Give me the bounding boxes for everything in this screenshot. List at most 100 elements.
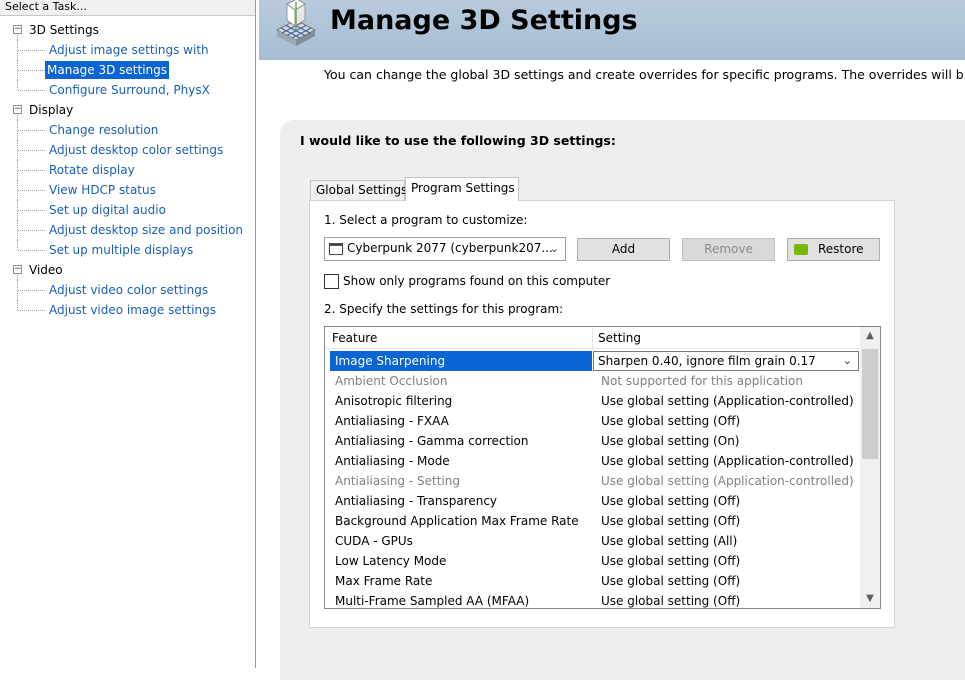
tree-item[interactable]: Adjust desktop color settings: [0, 140, 255, 160]
table-row[interactable]: Ambient Occlusion Not supported for this …: [325, 371, 860, 391]
feature-cell: Antialiasing - Setting: [335, 474, 460, 488]
nvidia-logo-icon: [794, 244, 808, 255]
tree-category[interactable]: − Display: [0, 100, 255, 120]
tree-item[interactable]: Adjust video color settings: [0, 280, 255, 300]
setting-value: Use global setting (Application-controll…: [601, 454, 854, 468]
feature-cell: Max Frame Rate: [335, 574, 433, 588]
tree-item[interactable]: Change resolution: [0, 120, 255, 140]
tree-line: [17, 180, 45, 200]
tree-item[interactable]: Set up multiple displays: [0, 240, 255, 260]
tree-item-label[interactable]: Change resolution: [47, 121, 160, 139]
tree-line: [17, 60, 45, 80]
tree-category[interactable]: −3D Settings: [0, 20, 255, 40]
feature-cell: Antialiasing - Gamma correction: [335, 434, 529, 448]
chevron-down-icon[interactable]: ⌄: [843, 352, 852, 370]
table-row[interactable]: Multi-Frame Sampled AA (MFAA) Use global …: [325, 591, 860, 608]
tree-item-label[interactable]: Adjust video image settings: [47, 301, 218, 319]
page-title: Manage 3D Settings: [330, 5, 638, 36]
vertical-scrollbar[interactable]: ▲ ▼: [860, 327, 880, 608]
chevron-down-icon: ⌄: [549, 242, 559, 255]
tree-item[interactable]: Adjust video image settings: [0, 300, 255, 320]
tree-item-label[interactable]: Configure Surround, PhysX: [47, 81, 212, 99]
collapse-icon[interactable]: −: [13, 105, 22, 114]
column-header-setting[interactable]: Setting: [598, 331, 641, 345]
tree-line: [17, 140, 45, 160]
setting-value: Use global setting (Off): [601, 574, 741, 588]
setting-cell: Use global setting (All): [601, 531, 737, 551]
table-row[interactable]: Antialiasing - Setting Use global setting…: [325, 471, 860, 491]
setting-dropdown[interactable]: Sharpen 0.40, ignore film grain 0.17 ⌄: [593, 351, 859, 371]
tree-item-label[interactable]: Adjust video color settings: [47, 281, 210, 299]
tab-program-settings[interactable]: Program Settings: [405, 177, 519, 201]
tree-line: [17, 80, 45, 91]
setting-cell: Use global setting (On): [601, 431, 739, 451]
page-description: You can change the global 3D settings an…: [324, 67, 964, 82]
scroll-thumb[interactable]: [862, 349, 878, 459]
tree-item[interactable]: Adjust desktop size and position: [0, 220, 255, 240]
tree-category[interactable]: − Video: [0, 260, 255, 280]
table-row[interactable]: Max Frame Rate Use global setting (Off): [325, 571, 860, 591]
program-window-icon: [329, 243, 343, 255]
collapse-icon[interactable]: −: [13, 25, 22, 34]
table-row[interactable]: Antialiasing - FXAA Use global setting (O…: [325, 411, 860, 431]
setting-cell: Use global setting (Off): [601, 511, 740, 531]
setting-value: Use global setting (Application-controll…: [601, 474, 854, 488]
tree-line: [17, 300, 45, 311]
setting-value: Use global setting (Off): [601, 554, 741, 568]
tree-item[interactable]: Rotate display: [0, 160, 255, 180]
program-select[interactable]: Cyberpunk 2077 (cyberpunk207... ⌄: [324, 237, 566, 261]
setting-value: Use global setting (All): [601, 534, 738, 548]
tree-line: [17, 120, 45, 140]
specify-settings-label: 2. Specify the settings for this program…: [324, 302, 564, 316]
collapse-icon[interactable]: −: [13, 265, 22, 274]
tab-global-settings[interactable]: Global Settings: [310, 180, 407, 201]
select-program-label: 1. Select a program to customize:: [324, 213, 528, 227]
tree-item-label[interactable]: Set up multiple displays: [47, 241, 195, 259]
feature-cell: Antialiasing - Transparency: [335, 494, 498, 508]
checkbox-box[interactable]: [324, 274, 339, 289]
grid-header: Feature Setting: [325, 327, 860, 349]
tree-item[interactable]: Manage 3D settings: [0, 60, 255, 80]
tree-category-label: 3D Settings: [29, 23, 99, 37]
column-header-feature[interactable]: Feature: [332, 331, 377, 345]
tree-item-label[interactable]: View HDCP status: [47, 181, 158, 199]
tree-item[interactable]: Set up digital audio: [0, 200, 255, 220]
setting-cell: Use global setting (Application-controll…: [601, 391, 854, 411]
tree-category-label: Display: [29, 103, 74, 117]
table-row[interactable]: Antialiasing - Gamma correction Use globa…: [325, 431, 860, 451]
tree-item-label[interactable]: Adjust desktop color settings: [47, 141, 225, 159]
setting-value: Sharpen 0.40, ignore film grain 0.17: [598, 354, 816, 368]
remove-button[interactable]: Remove: [682, 238, 775, 261]
feature-cell: Background Application Max Frame Rate: [335, 514, 579, 528]
task-pane: Select a Task... −3D Settings Adjust imag…: [0, 0, 256, 668]
table-row[interactable]: Antialiasing - Transparency Use global se…: [325, 491, 860, 511]
setting-value: Use global setting (Off): [601, 494, 741, 508]
setting-value: Use global setting (On): [601, 434, 740, 448]
add-button[interactable]: Add: [577, 238, 670, 261]
tree-item-label[interactable]: Rotate display: [47, 161, 137, 179]
tree-item[interactable]: Adjust image settings with preview: [0, 40, 255, 75]
tree-line: [17, 40, 45, 60]
tree-item-label[interactable]: Adjust desktop size and position: [47, 221, 245, 239]
tree-line: [17, 160, 45, 180]
scroll-up-icon[interactable]: ▲: [860, 327, 880, 345]
feature-cell: Ambient Occlusion: [335, 374, 448, 388]
tree-item[interactable]: View HDCP status: [0, 180, 255, 200]
scroll-down-icon[interactable]: ▼: [860, 590, 880, 608]
column-divider[interactable]: [592, 327, 593, 349]
tree-item[interactable]: Configure Surround, PhysX: [0, 80, 255, 100]
feature-cell: Multi-Frame Sampled AA (MFAA): [335, 594, 530, 608]
table-row[interactable]: Low Latency Mode Use global setting (Off): [325, 551, 860, 571]
tree-item-label[interactable]: Manage 3D settings: [45, 61, 170, 79]
table-row[interactable]: Antialiasing - Mode Use global setting (A…: [325, 451, 860, 471]
table-row[interactable]: Background Application Max Frame Rate Use…: [325, 511, 860, 531]
tree-line: [17, 240, 45, 251]
setting-cell: Use global setting (Off): [601, 551, 740, 571]
tree-item-label[interactable]: Set up digital audio: [47, 201, 168, 219]
table-row[interactable]: Image Sharpening Sharpen 0.40, ignore fil…: [325, 351, 860, 371]
table-row[interactable]: CUDA - GPUs Use global setting (All): [325, 531, 860, 551]
table-row[interactable]: Anisotropic filtering Use global setting …: [325, 391, 860, 411]
restore-button[interactable]: Restore: [787, 238, 880, 261]
page-banner: Manage 3D Settings: [258, 0, 965, 60]
tree-line: [17, 280, 45, 300]
